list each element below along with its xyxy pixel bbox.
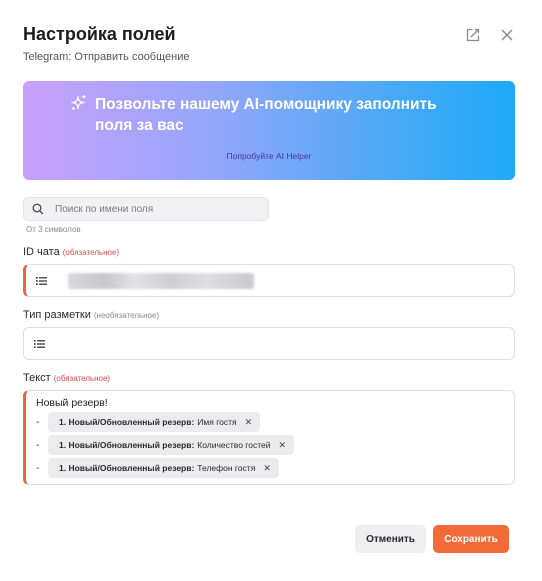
search-input[interactable] (55, 203, 255, 215)
row-dash: - (36, 439, 40, 451)
chat-id-field[interactable] (23, 264, 515, 297)
remove-icon[interactable]: ✕ (245, 417, 253, 428)
message-text-field[interactable]: Новый резерв! - 1. Новый/Обновленный рез… (23, 390, 515, 485)
variable-chip[interactable]: 1. Новый/Обновленный резерв: Количество … (48, 435, 295, 455)
close-icon (501, 29, 513, 41)
field-label-markup: Тип разметки (необязательное) (23, 309, 159, 321)
expand-button[interactable] (465, 27, 481, 43)
ai-helper-banner: Позвольте нашему AI-помощнику заполнить … (23, 81, 515, 180)
try-ai-helper-link[interactable]: Попробуйте AI Helper (23, 151, 515, 161)
text-variable-row: - 1. Новый/Обновленный резерв: Имя гостя… (36, 412, 261, 432)
markup-type-field[interactable] (23, 327, 515, 360)
row-dash: - (36, 462, 40, 474)
chat-id-value-redacted (68, 273, 254, 289)
remove-icon[interactable]: ✕ (278, 440, 286, 451)
required-badge: (обязательное) (62, 248, 120, 257)
optional-badge: (необязательное) (93, 311, 160, 320)
field-label-text: Текст (23, 372, 51, 384)
text-variable-row: - 1. Новый/Обновленный резерв: Количеств… (36, 435, 295, 455)
remove-icon[interactable]: ✕ (263, 463, 271, 474)
expand-icon (466, 28, 480, 42)
field-search[interactable] (23, 197, 269, 221)
sparkle-icon (71, 95, 86, 110)
chip-source: 1. Новый/Обновленный резерв: (59, 440, 195, 450)
chip-field: Количество гостей (197, 440, 271, 450)
variable-chip[interactable]: 1. Новый/Обновленный резерв: Имя гостя ✕ (48, 412, 261, 432)
text-first-line: Новый резерв! (36, 397, 108, 409)
field-settings-modal: Настройка полей Telegram: Отправить сооб… (0, 0, 542, 581)
cancel-button[interactable]: Отменить (355, 525, 426, 553)
text-variable-row: - 1. Новый/Обновленный резерв: Телефон г… (36, 458, 279, 478)
search-icon (32, 203, 44, 215)
modal-subtitle: Telegram: Отправить сообщение (23, 51, 190, 63)
field-label-text: Текст (обязательное) (23, 372, 110, 384)
banner-headline: Позвольте нашему AI-помощнику заполнить … (95, 96, 437, 134)
chip-source: 1. Новый/Обновленный резерв: (59, 463, 195, 473)
modal-title: Настройка полей (23, 24, 176, 44)
close-button[interactable] (499, 27, 515, 43)
field-label-text: Тип разметки (23, 309, 91, 321)
field-label-chat-id: ID чата (обязательное) (23, 246, 119, 258)
list-icon (34, 340, 45, 348)
save-button[interactable]: Сохранить (433, 525, 509, 553)
chip-field: Имя гостя (197, 417, 237, 427)
required-badge: (обязательное) (53, 374, 111, 383)
chip-source: 1. Новый/Обновленный резерв: (59, 417, 195, 427)
search-hint: От 3 символов (26, 225, 81, 234)
field-label-text: ID чата (23, 246, 60, 258)
list-icon (36, 277, 47, 285)
chip-field: Телефон гостя (197, 463, 256, 473)
variable-chip[interactable]: 1. Новый/Обновленный резерв: Телефон гос… (48, 458, 279, 478)
row-dash: - (36, 416, 40, 428)
